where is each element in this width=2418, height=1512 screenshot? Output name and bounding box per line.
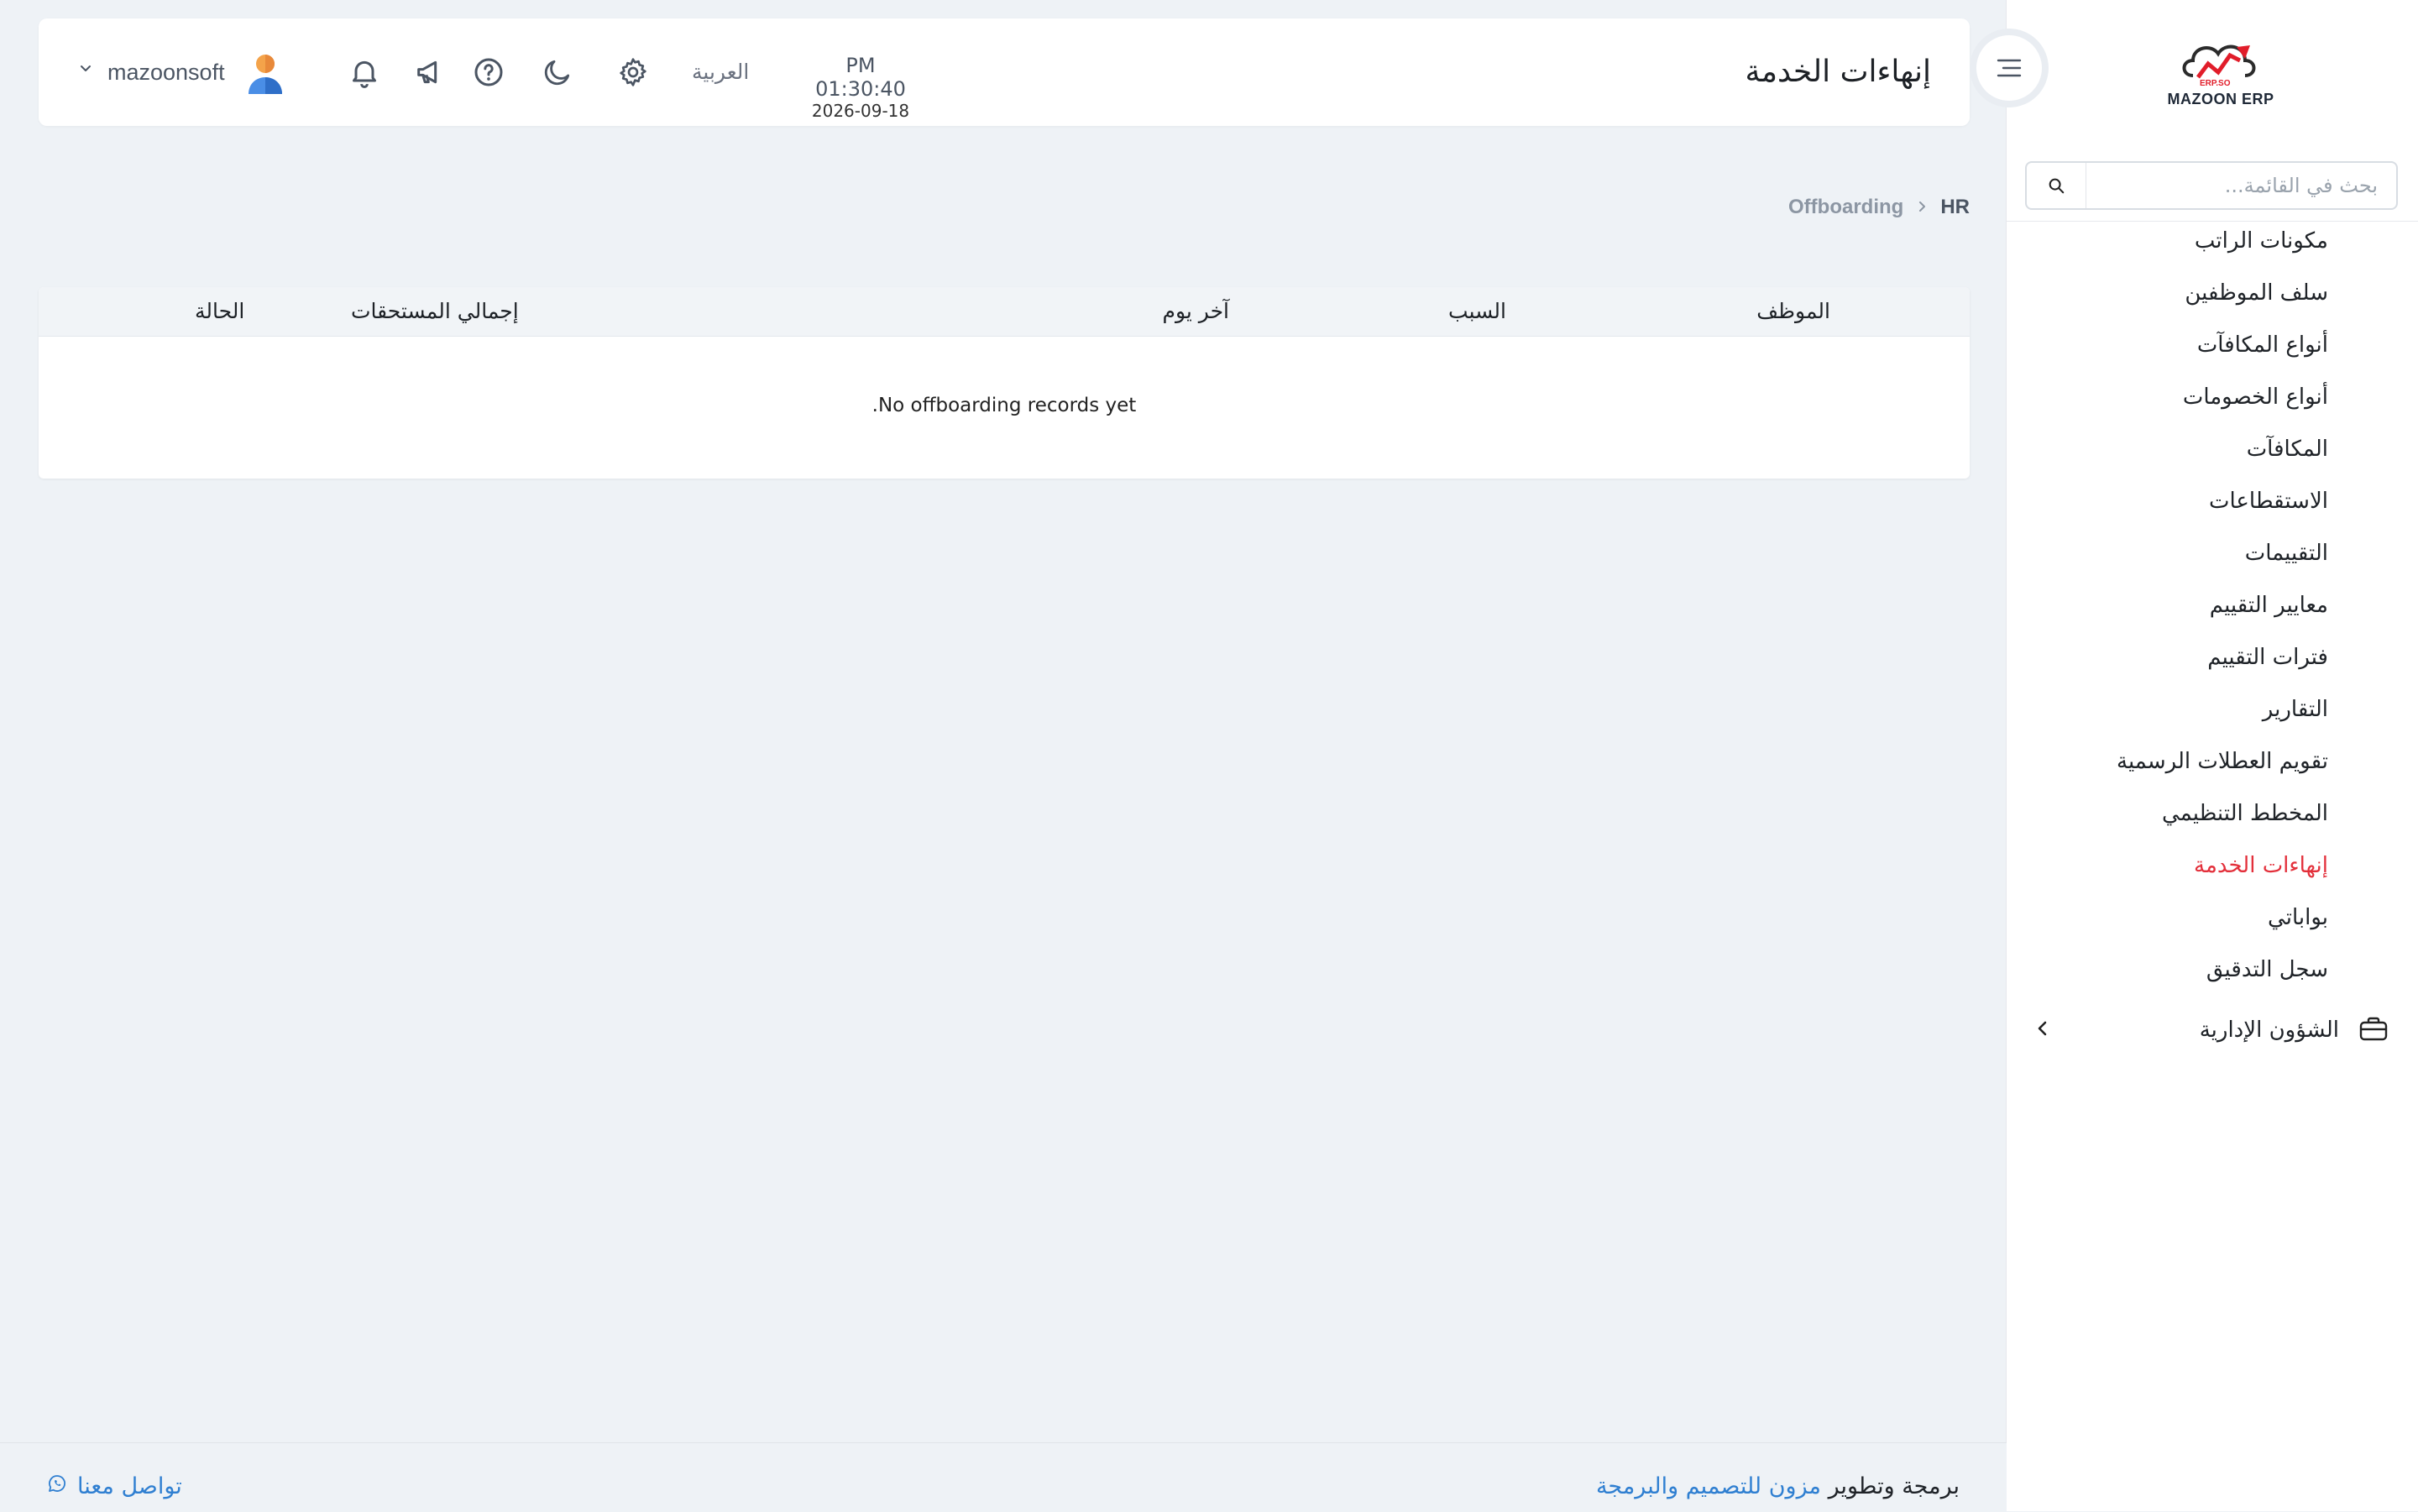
page-title: إنهاءات الخدمة [1745,55,1931,89]
breadcrumb-root[interactable]: HR [1940,196,1970,219]
clock-date: 2026-09-18 [811,101,910,121]
chevron-right-icon [1917,196,1927,219]
sidebar-item-deductions[interactable]: الاستقطاعات [2026,484,2328,536]
sidebar-section-label: الشؤون الإدارية [2199,1018,2339,1043]
offboarding-table: الموظف السبب آخر يوم إجمالي المستحقات ال… [39,287,1970,479]
search-icon[interactable] [2027,163,2086,208]
sidebar-item-evaluation-criteria[interactable]: معايير التقييم [2026,588,2328,640]
breadcrumb: Offboarding HR [1788,193,1970,222]
table-header: الموظف السبب آخر يوم إجمالي المستحقات ال… [39,287,1970,337]
sidebar-item-holiday-calendar[interactable]: تقويم العطلات الرسمية [2026,744,2328,796]
chevron-down-icon[interactable] [79,62,92,78]
sidebar-item-bonus-types[interactable]: أنواع المكافآت [2026,327,2328,379]
menu-toggle-button[interactable] [1976,35,2042,101]
bell-icon[interactable] [344,52,385,92]
sidebar: ERP.SO MAZOON ERP مكونات الراتب سلف المو… [2006,0,2418,1511]
sidebar-item-salary-components[interactable]: مكونات الراتب [2026,223,2328,275]
sidebar-item-employee-advances[interactable]: سلف الموظفين [2026,275,2328,327]
sidebar-item-bonuses[interactable]: المكافآت [2026,432,2328,484]
sidebar-item-org-chart[interactable]: المخطط التنظيمي [2026,796,2328,848]
table-empty-message: No offboarding records yet. [871,395,1137,416]
footer-credit-link[interactable]: مزون للتصميم والبرمجة [1596,1473,1821,1499]
footer-credit: برمجة وتطوير مزون للتصميم والبرمجة [1596,1473,1960,1499]
sidebar-item-deduction-types[interactable]: أنواع الخصومات [2026,379,2328,432]
column-header-total-dues: إجمالي المستحقات [351,299,519,323]
footer: برمجة وتطوير مزون للتصميم والبرمجة تواصل… [0,1442,2007,1512]
chevron-left-icon [2035,1019,2050,1041]
column-header-status: الحالة [195,299,245,323]
breadcrumb-current: Offboarding [1788,196,1904,218]
sidebar-item-offboarding[interactable]: إنهاءات الخدمة [2026,848,2328,900]
sidebar-item-audit-log[interactable]: سجل التدقيق [2026,952,2328,1004]
language-switcher[interactable]: العربية [692,18,749,126]
clock-time: PM 01:30:40 [815,54,906,101]
contact-us-link[interactable]: تواصل معنا [47,1473,182,1499]
megaphone-icon[interactable] [410,52,450,92]
gear-icon[interactable] [613,52,653,92]
user-avatar[interactable] [245,52,285,99]
sidebar-item-evaluations[interactable]: التقييمات [2026,536,2328,588]
column-header-employee: الموظف [1756,299,1830,323]
clock: PM 01:30:40 2026-09-18 [798,54,924,121]
moon-icon[interactable] [537,52,578,92]
column-header-last-day: آخر يوم [1162,299,1230,323]
logo-text: MAZOON ERP [2167,91,2274,107]
sidebar-item-evaluation-periods[interactable]: فترات التقييم [2026,640,2328,692]
logo-subtitle: ERP.SO [2200,79,2231,88]
footer-credit-prefix: برمجة وتطوير [1828,1473,1960,1499]
help-icon[interactable] [468,52,509,92]
sidebar-item-my-portals[interactable]: بواباتي [2026,900,2328,952]
sidebar-section-admin-affairs[interactable]: الشؤون الإدارية [2035,1009,2388,1051]
footer-contact-label: تواصل معنا [77,1473,182,1499]
whatsapp-icon [47,1473,67,1499]
sidebar-divider [2007,221,2418,222]
sidebar-menu: مكونات الراتب سلف الموظفين أنواع المكافآ… [2026,223,2328,1004]
top-header: إنهاءات الخدمة PM 01:30:40 2026-09-18 ال… [39,18,1970,126]
sidebar-search [2025,161,2398,210]
menu-lines-icon [1997,59,2022,77]
mazoon-erp-logo[interactable]: ERP.SO MAZOON ERP [2158,35,2284,111]
sidebar-search-input[interactable] [2086,174,2396,197]
column-header-reason: السبب [1448,299,1506,323]
sidebar-item-reports[interactable]: التقارير [2026,692,2328,744]
briefcase-icon [2359,1016,2388,1044]
username[interactable]: mazoonsoft [107,18,225,126]
